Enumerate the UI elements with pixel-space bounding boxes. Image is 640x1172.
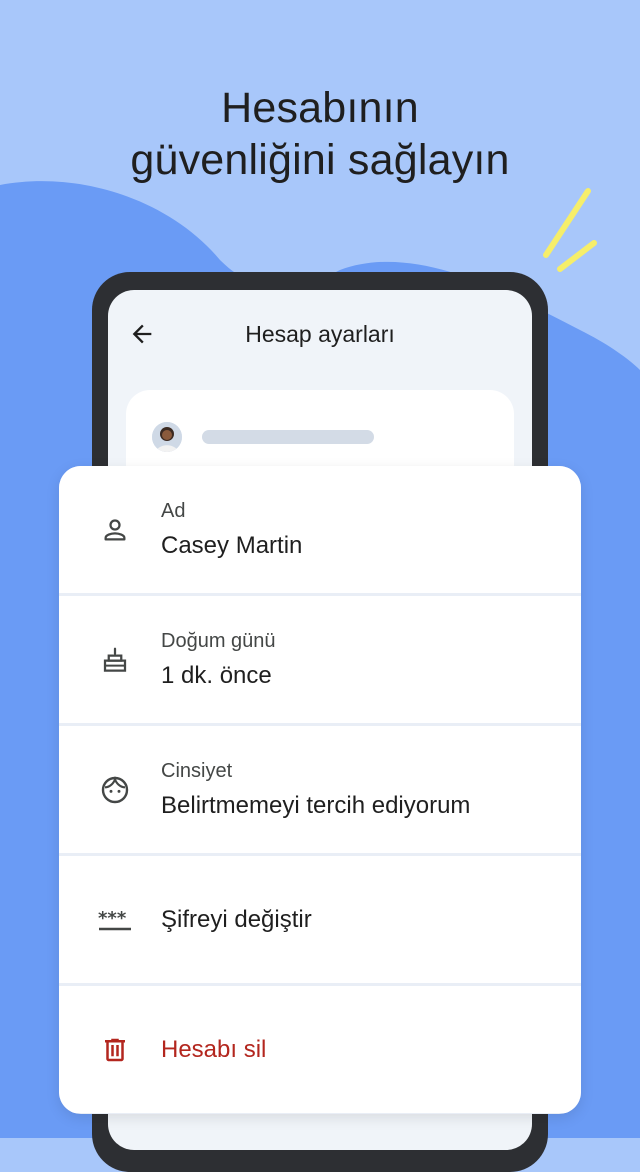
setting-value: 1 dk. önce (161, 662, 272, 689)
setting-label: Cinsiyet (161, 760, 233, 782)
cake-icon (97, 642, 133, 678)
user-avatar[interactable] (152, 422, 182, 452)
face-icon (97, 772, 133, 808)
headline: Hesabının güvenliğini sağlayın (0, 82, 640, 186)
password-icon: *** (97, 902, 133, 938)
headline-line-1: Hesabının (221, 84, 419, 132)
sparkle-decoration (543, 188, 597, 272)
person-icon (97, 512, 133, 548)
screen-title: Hesap ayarları (245, 321, 395, 347)
setting-row-gender[interactable]: Cinsiyet Belirtmemeyi tercih ediyorum (59, 726, 581, 853)
trash-icon (97, 1032, 133, 1068)
name-placeholder (202, 430, 374, 444)
setting-label: Şifreyi değiştir (161, 905, 312, 933)
setting-label: Doğum günü (161, 630, 276, 652)
setting-row-birthday[interactable]: Doğum günü 1 dk. önce (59, 596, 581, 723)
headline-line-2: güvenliğini sağlayın (130, 136, 510, 184)
setting-value: Belirtmemeyi tercih ediyorum (161, 792, 471, 819)
setting-row-delete-account[interactable]: Hesabı sil (59, 986, 581, 1113)
avatar-image (152, 422, 182, 452)
setting-row-name[interactable]: Ad Casey Martin (59, 466, 581, 593)
svg-text:***: *** (98, 908, 127, 929)
setting-label: Hesabı sil (161, 1035, 267, 1063)
setting-value: Casey Martin (161, 532, 303, 559)
setting-label: Ad (161, 500, 186, 522)
account-settings-sheet: Ad Casey Martin Doğum günü 1 dk. önce Ci… (59, 466, 581, 1114)
setting-row-password[interactable]: *** Şifreyi değiştir (59, 856, 581, 983)
